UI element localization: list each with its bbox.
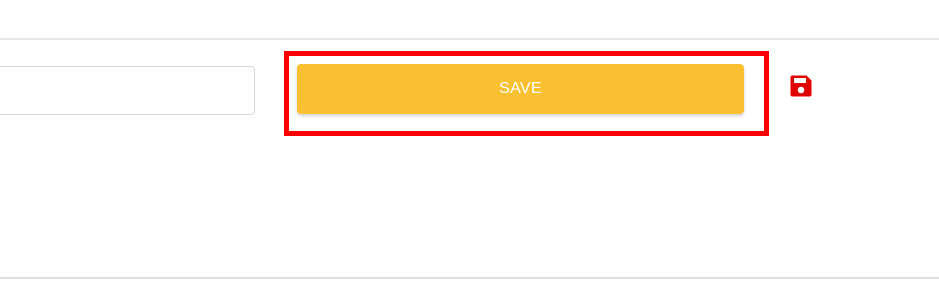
floppy-disk-icon[interactable]: [789, 74, 813, 98]
bottom-divider: [0, 277, 939, 279]
text-field[interactable]: [0, 66, 255, 115]
save-button[interactable]: SAVE: [297, 64, 744, 114]
form-row-panel: SAVE: [0, 0, 939, 302]
top-divider: [0, 38, 939, 40]
